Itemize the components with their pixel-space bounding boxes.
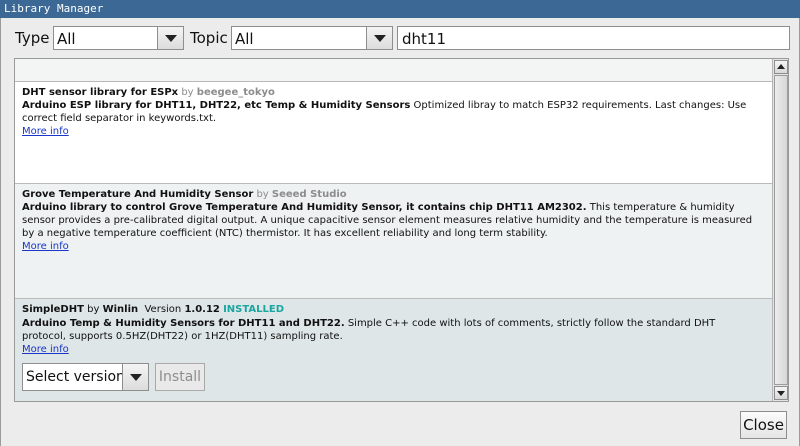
search-input[interactable]: dht11	[397, 26, 790, 50]
scroll-down-button[interactable]	[774, 386, 788, 400]
dropdown-arrow-icon	[374, 35, 386, 42]
library-summary: Arduino library to control Grove Tempera…	[22, 202, 587, 213]
library-author: Winlin	[102, 304, 139, 315]
topic-dropdown-value: All	[235, 30, 254, 48]
vertical-scrollbar[interactable]	[772, 59, 788, 401]
library-name: Grove Temperature And Humidity Sensor	[22, 189, 254, 200]
scroll-up-icon	[777, 64, 785, 69]
version-select-button[interactable]	[122, 364, 148, 390]
scroll-up-button[interactable]	[774, 60, 788, 74]
library-summary: Arduino ESP library for DHT11, DHT22, et…	[22, 100, 411, 111]
more-info-link[interactable]: More info	[22, 240, 69, 253]
scrollbar-thumb[interactable]	[774, 75, 788, 385]
library-name: SimpleDHT	[22, 304, 84, 315]
library-author: beegee_tokyo	[196, 87, 275, 98]
more-info-link[interactable]: More info	[22, 125, 69, 138]
by-label: by	[87, 304, 100, 315]
library-name: DHT sensor library for ESPx	[22, 87, 179, 98]
version-select[interactable]: Select version	[22, 363, 149, 391]
more-info-link[interactable]: More info	[22, 343, 69, 356]
by-label: by	[256, 189, 269, 200]
by-label: by	[181, 87, 194, 98]
installed-badge: INSTALLED	[223, 304, 285, 315]
library-version: 1.0.12	[184, 304, 220, 315]
dropdown-arrow-icon	[130, 374, 142, 381]
type-label: Type	[15, 29, 50, 47]
type-dropdown[interactable]: All	[53, 26, 184, 50]
window-titlebar[interactable]: Library Manager	[0, 0, 800, 18]
close-button[interactable]: Close	[740, 411, 787, 439]
topic-dropdown[interactable]: All	[231, 26, 393, 50]
topic-label: Topic	[190, 29, 228, 47]
type-dropdown-button[interactable]	[157, 27, 183, 49]
topic-dropdown-button[interactable]	[366, 27, 392, 49]
type-dropdown-value: All	[57, 30, 76, 48]
library-summary: Arduino Temp & Humidity Sensors for DHT1…	[22, 318, 345, 329]
library-author: Seeed Studio	[271, 189, 347, 200]
install-button[interactable]: Install	[155, 363, 205, 391]
dropdown-arrow-icon	[165, 35, 177, 42]
list-item-partial	[15, 59, 772, 81]
search-input-value: dht11	[402, 30, 446, 48]
version-select-value: Select version	[26, 369, 125, 385]
version-label: Version	[144, 304, 182, 315]
window-title: Library Manager	[4, 2, 104, 15]
scroll-down-icon	[777, 391, 785, 396]
